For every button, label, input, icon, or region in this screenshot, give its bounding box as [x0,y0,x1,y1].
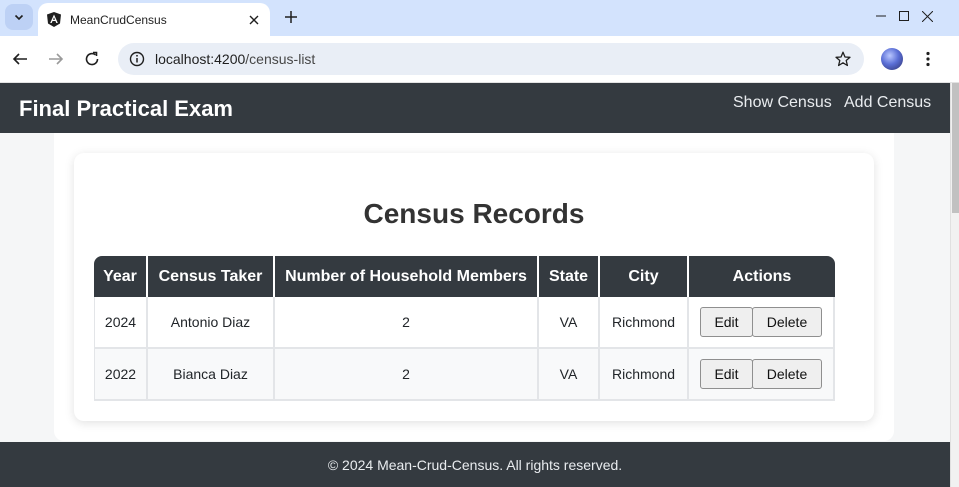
cell-city: Richmond [600,349,689,401]
browser-toolbar: localhost:4200/census-list [0,36,959,83]
table-header-row: Year Census Taker Number of Household Me… [94,256,835,297]
page-footer: © 2024 Mean-Crud-Census. All rights rese… [0,442,950,487]
column-header-year: Year [94,256,148,297]
forward-button[interactable] [44,47,68,71]
delete-button[interactable]: Delete [752,307,822,337]
cell-actions: Edit Delete [689,349,835,401]
info-icon[interactable] [121,51,153,67]
reload-icon [85,51,99,66]
close-icon [921,10,933,22]
arrow-right-icon [49,53,64,65]
url-text: localhost:4200/census-list [155,51,828,67]
page-viewport: Final Practical Exam Show Census Add Cen… [0,83,950,487]
cell-actions: Edit Delete [689,297,835,349]
scrollbar-thumb[interactable] [952,83,959,213]
cell-year: 2022 [94,349,148,401]
cell-state: VA [539,349,600,401]
edit-button[interactable]: Edit [700,307,753,337]
table-row: 2022 Bianca Diaz 2 VA Richmond Edit Delet… [94,349,835,401]
nav-link-add-census[interactable]: Add Census [844,94,931,112]
brand-title[interactable]: Final Practical Exam [19,96,233,122]
column-header-actions: Actions [689,256,835,297]
browser-tabstrip: MeanCrudCensus [0,0,959,36]
reload-button[interactable] [80,47,104,71]
page-title: Census Records [363,198,585,229]
column-header-census-taker: Census Taker [148,256,275,297]
url-path: /census-list [245,51,316,67]
cell-city: Richmond [600,297,689,349]
census-table: Year Census Taker Number of Household Me… [94,256,835,401]
chevron-down-icon [14,14,24,21]
kebab-menu-icon[interactable] [917,47,939,71]
cell-census-taker: Antonio Diaz [148,297,275,349]
app-navbar: Final Practical Exam Show Census Add Cen… [0,83,950,133]
cell-household-members: 2 [275,349,539,401]
cell-census-taker: Bianca Diaz [148,349,275,401]
browser-tab[interactable]: MeanCrudCensus [38,3,270,36]
column-header-city: City [600,256,689,297]
plus-icon [285,11,297,23]
census-card: Census Records Year Census Taker Number … [74,153,874,421]
window-close-button[interactable] [904,0,950,32]
cell-state: VA [539,297,600,349]
page-scrollbar[interactable] [950,83,959,487]
delete-button[interactable]: Delete [752,359,822,389]
column-header-household-members: Number of Household Members [275,256,539,297]
column-header-state: State [539,256,600,297]
url-host: localhost:4200 [155,51,246,67]
table-row: 2024 Antonio Diaz 2 VA Richmond Edit Dele… [94,297,835,349]
new-tab-button[interactable] [279,5,303,29]
close-icon[interactable] [244,10,264,30]
star-icon[interactable] [828,51,858,67]
nav-link-show-census[interactable]: Show Census [733,94,832,112]
edit-button[interactable]: Edit [700,359,753,389]
angular-icon [46,12,62,28]
tab-title: MeanCrudCensus [70,12,167,27]
profile-avatar[interactable] [881,48,903,70]
cell-year: 2024 [94,297,148,349]
arrow-left-icon [12,53,27,65]
back-button[interactable] [8,47,32,71]
tab-search-button[interactable] [5,4,33,30]
footer-text: © 2024 Mean-Crud-Census. All rights rese… [327,456,623,473]
address-bar[interactable]: localhost:4200/census-list [118,43,864,75]
cell-household-members: 2 [275,297,539,349]
